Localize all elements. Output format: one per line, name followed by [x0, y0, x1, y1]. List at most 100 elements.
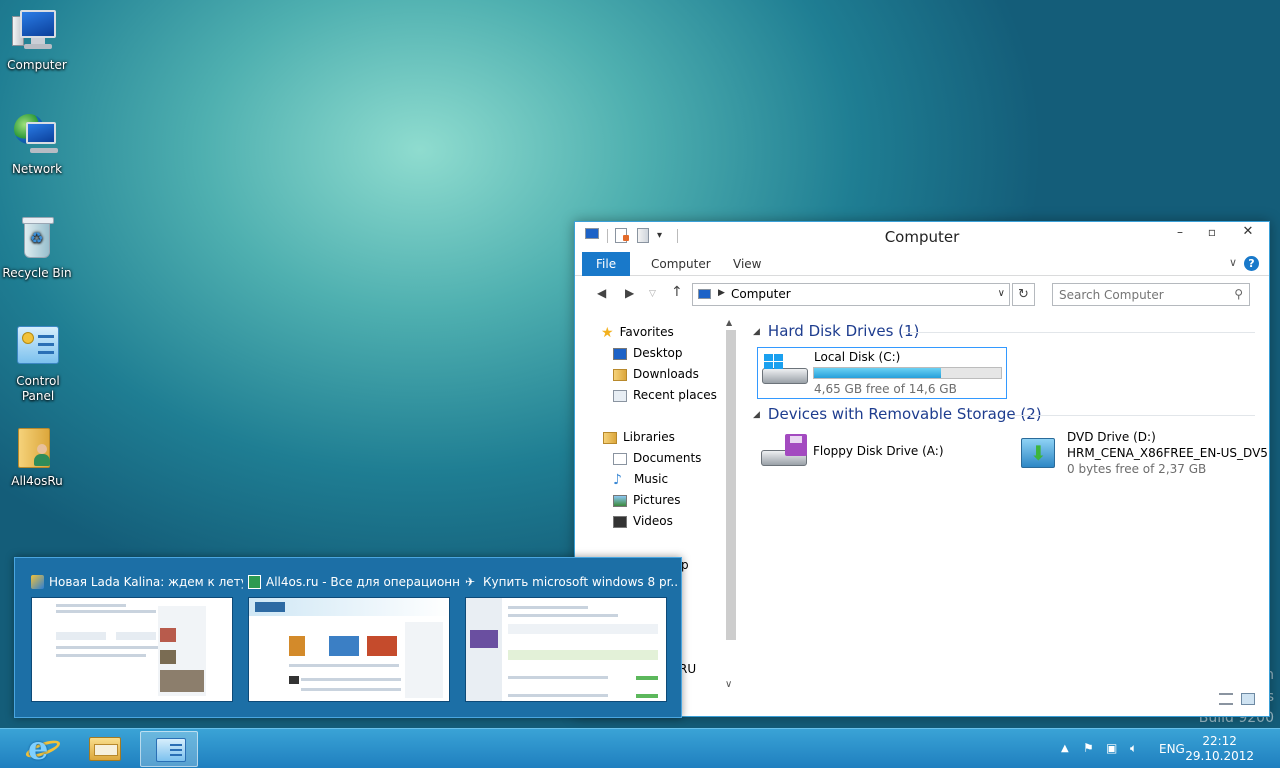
- tab-computer[interactable]: Computer: [637, 252, 725, 276]
- tree-item-label: Videos: [633, 514, 673, 528]
- address-bar[interactable]: ▶ Computer ∨: [692, 283, 1010, 306]
- pictures-icon: [613, 494, 627, 507]
- music-note-icon: ♪: [613, 471, 622, 488]
- network-icon[interactable]: ▣: [1106, 741, 1117, 755]
- drive-name: Floppy Disk Drive (A:): [813, 444, 944, 458]
- tree-item-documents[interactable]: Documents: [613, 448, 701, 468]
- ribbon-tabs: File Computer View ∨ ?: [575, 250, 1269, 276]
- tree-item-label: Documents: [633, 451, 702, 465]
- desktop-icon-all4osru[interactable]: All4osRu: [0, 424, 74, 489]
- taskbar: e ▲ ⚑ ▣ 🔈︎ ENG 22:12 29.10.2012: [0, 728, 1280, 768]
- libraries-icon: [603, 431, 617, 444]
- file-explorer-icon: [89, 737, 121, 761]
- desktop-icon-recycle-bin[interactable]: Recycle Bin: [0, 216, 74, 281]
- tree-item-favorites[interactable]: ★ Favorites: [601, 322, 674, 342]
- thumbnail-preview: [31, 597, 233, 702]
- group-header[interactable]: ◢ Hard Disk Drives (1): [753, 322, 919, 340]
- maximize-button[interactable]: ▫: [1195, 222, 1229, 242]
- volume-icon[interactable]: 🔈︎: [1130, 741, 1137, 756]
- search-icon[interactable]: ⚲: [1234, 287, 1243, 301]
- show-hidden-icons-icon[interactable]: ▲: [1061, 743, 1069, 754]
- up-arrow-icon[interactable]: ↑: [671, 284, 683, 300]
- tree-item-downloads[interactable]: Downloads: [613, 364, 699, 384]
- thumbnail-item[interactable]: Новая Lada Kalina: ждем к лету...: [31, 558, 247, 718]
- tree-item-recent-places[interactable]: Recent places: [613, 385, 717, 405]
- thumbnail-title: Новая Lada Kalina: ждем к лету...: [49, 575, 243, 589]
- title-bar[interactable]: ▾ Computer – ▫ ✕: [575, 222, 1269, 250]
- search-input[interactable]: [1053, 284, 1223, 305]
- tree-item-pictures[interactable]: Pictures: [613, 490, 681, 510]
- tree-item-desktop[interactable]: Desktop: [613, 343, 683, 363]
- taskbar-clock[interactable]: 22:12 29.10.2012: [1185, 734, 1254, 764]
- thumbnail-item[interactable]: ✈ Купить microsoft windows 8 pr...: [465, 558, 681, 718]
- tree-item-partial[interactable]: p: [681, 558, 689, 572]
- site-favicon-icon: [248, 575, 261, 589]
- cart-favicon-icon: ✈: [465, 575, 476, 589]
- drive-dvd-d[interactable]: DVD Drive (D:) HRM_CENA_X86FREE_EN-US_DV…: [1013, 430, 1268, 478]
- collapse-caret-icon[interactable]: ◢: [753, 410, 760, 420]
- desktop-icon-computer[interactable]: Computer: [0, 8, 74, 73]
- drive-local-disk-c[interactable]: Local Disk (C:) 4,65 GB free of 14,6 GB: [757, 347, 1007, 399]
- drive-name: DVD Drive (D:): [1067, 430, 1156, 444]
- tree-item-music[interactable]: ♪ Music: [613, 469, 668, 489]
- tree-item-label: Libraries: [623, 430, 675, 444]
- tree-item-label: Recent places: [633, 388, 717, 402]
- clock-time: 22:12: [1202, 734, 1237, 748]
- computer-icon: [698, 289, 711, 299]
- input-language-indicator[interactable]: ENG: [1159, 742, 1185, 756]
- taskbar-thumbnail-flyout: Новая Lada Kalina: ждем к лету... All4os…: [14, 557, 682, 718]
- thumbnail-preview: [248, 597, 450, 702]
- navigation-pane-scrollbar[interactable]: ▲ ∨: [724, 318, 738, 690]
- taskbar-file-explorer-button[interactable]: [76, 731, 134, 767]
- content-pane: ◢ Hard Disk Drives (1) Local Disk (C:) 4,…: [747, 318, 1268, 698]
- desktop-icon-label: Recycle Bin: [2, 266, 72, 280]
- help-icon[interactable]: ?: [1244, 256, 1259, 271]
- minimize-button[interactable]: –: [1163, 222, 1197, 242]
- tree-item-label: Favorites: [619, 325, 674, 339]
- tab-file[interactable]: File: [582, 252, 631, 276]
- search-box[interactable]: ⚲: [1052, 283, 1250, 306]
- breadcrumb[interactable]: Computer: [731, 287, 791, 301]
- taskbar-internet-explorer-button[interactable]: e: [14, 731, 72, 767]
- desktop-icon-label: All4osRu: [11, 474, 63, 488]
- drive-floppy-a[interactable]: Floppy Disk Drive (A:): [757, 430, 1007, 474]
- taskbar-control-panel-button[interactable]: [140, 731, 198, 767]
- desktop-icon-network[interactable]: Network: [0, 112, 74, 177]
- close-button[interactable]: ✕: [1231, 222, 1265, 242]
- drive-usage-bar: [813, 367, 1002, 379]
- control-panel-icon: [13, 324, 63, 370]
- collapse-caret-icon[interactable]: ◢: [753, 327, 760, 337]
- star-icon: ★: [601, 324, 614, 341]
- desktop-icon-control-panel[interactable]: Control Panel: [0, 324, 76, 404]
- address-dropdown-chevron-icon[interactable]: ∨: [998, 288, 1005, 299]
- tab-view[interactable]: View: [719, 252, 775, 276]
- tree-item-label: Pictures: [633, 493, 681, 507]
- group-header[interactable]: ◢ Devices with Removable Storage (2): [753, 405, 1042, 423]
- videos-icon: [613, 515, 627, 528]
- downloads-folder-icon: [613, 368, 627, 381]
- forward-arrow-icon[interactable]: ▶: [625, 286, 634, 300]
- user-folder-icon: [12, 424, 62, 470]
- scroll-down-arrow-icon[interactable]: ∨: [725, 679, 732, 690]
- scroll-up-arrow-icon[interactable]: ▲: [726, 318, 732, 327]
- recent-places-icon: [613, 389, 627, 402]
- breadcrumb-arrow-icon[interactable]: ▶: [718, 288, 725, 298]
- network-icon: [12, 112, 62, 158]
- tree-item-libraries[interactable]: Libraries: [603, 427, 675, 447]
- tree-item-videos[interactable]: Videos: [613, 511, 673, 531]
- expand-ribbon-chevron-icon[interactable]: ∨: [1229, 256, 1237, 269]
- scrollbar-thumb[interactable]: [726, 330, 736, 640]
- desktop-icon-label: Network: [11, 162, 63, 176]
- back-arrow-icon[interactable]: ◀: [597, 286, 606, 300]
- refresh-button[interactable]: ↻: [1012, 283, 1035, 306]
- drive-volume-label: HRM_CENA_X86FREE_EN-US_DV5: [1067, 446, 1268, 460]
- group-heading: Hard Disk Drives (1): [767, 322, 920, 340]
- group-heading: Devices with Removable Storage (2): [767, 405, 1042, 423]
- recent-locations-chevron-icon[interactable]: ▽: [649, 289, 656, 299]
- tree-item-label: Desktop: [633, 346, 683, 360]
- action-center-flag-icon[interactable]: ⚑: [1083, 741, 1094, 755]
- thumbnail-item[interactable]: All4os.ru - Все для операционн...: [248, 558, 464, 718]
- floppy-drive-icon: [759, 434, 807, 474]
- details-view-icon[interactable]: [1219, 693, 1233, 705]
- large-icons-view-icon[interactable]: [1241, 693, 1255, 705]
